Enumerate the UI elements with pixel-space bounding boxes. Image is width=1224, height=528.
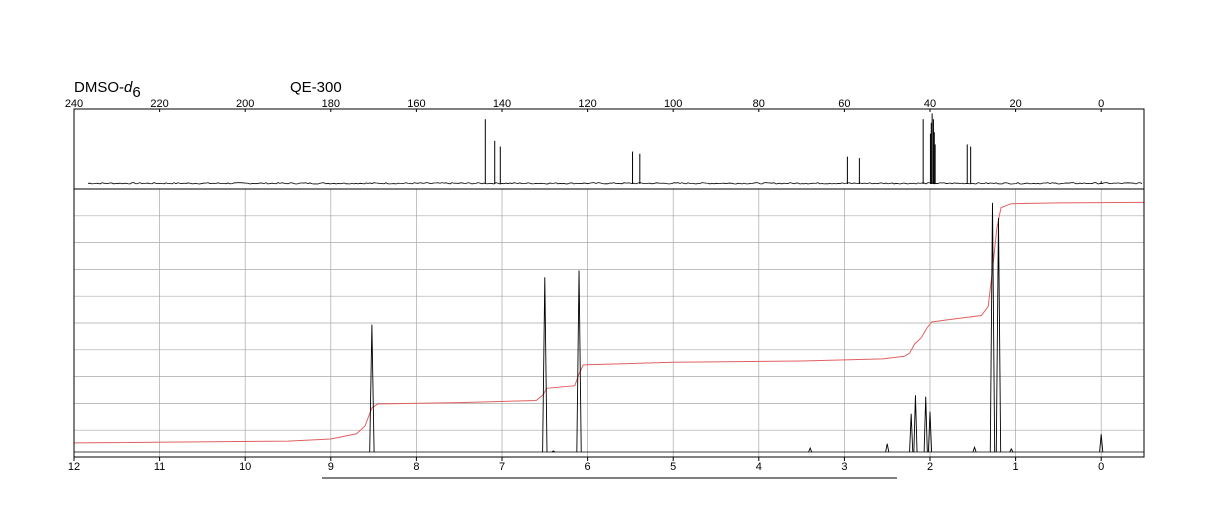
h1-grid <box>74 189 1144 457</box>
c13-tick-label: 220 <box>150 98 168 110</box>
c13-tick-label: 240 <box>65 98 83 110</box>
h1-peak <box>369 324 375 453</box>
h1-tick-label: 6 <box>585 461 591 473</box>
c13-plot-frame <box>73 108 1145 190</box>
c13-tick-label: 0 <box>1098 98 1104 110</box>
h1-tick-label: 11 <box>154 461 165 473</box>
h1-spectrum-trace <box>74 202 1144 453</box>
h1-peak <box>576 270 582 453</box>
c13-tick-label: 200 <box>236 98 254 110</box>
h1-tick-label: 1 <box>1013 461 1019 473</box>
h1-tick-label: 9 <box>328 461 334 473</box>
c13-tick-label: 80 <box>753 98 765 110</box>
solvent-label: DMSO-d6 <box>74 79 141 101</box>
c13-tick-label: 120 <box>578 98 596 110</box>
h1-peak <box>923 396 928 453</box>
h1-peak <box>542 277 548 453</box>
h1-tick-label: 2 <box>927 461 933 473</box>
h1-tick-label: 10 <box>239 461 251 473</box>
h1-x-axis: 12 11 10 9 8 7 6 5 4 3 2 1 0 <box>68 457 1104 473</box>
h1-tick-label: 3 <box>841 461 847 473</box>
instrument-label: QE-300 <box>290 79 342 96</box>
h1-peak <box>808 446 813 453</box>
h1-peak <box>913 395 918 453</box>
c13-x-axis: 240 220 200 180 160 140 120 100 80 60 40 20 0 <box>65 98 1104 112</box>
h1-peak <box>972 445 977 453</box>
c13-tick-label: 20 <box>1009 98 1021 110</box>
nmr-spectrum-figure: DMSO-d6 QE-300 240 220 200 180 160 140 120 100 8… <box>65 79 1145 479</box>
h1-tick-label: 5 <box>670 461 676 473</box>
h1-peak <box>885 443 890 453</box>
c13-tick-label: 60 <box>838 98 850 110</box>
h1-peak <box>909 413 914 453</box>
c13-baseline <box>87 182 1143 185</box>
h1-peak <box>989 202 996 453</box>
c13-spectrum-trace <box>87 113 1143 185</box>
c13-tick-label: 100 <box>664 98 682 110</box>
h1-peak <box>995 217 1002 453</box>
h1-peak <box>1009 447 1014 453</box>
c13-tick-label: 160 <box>407 98 425 110</box>
h1-tick-label: 0 <box>1098 461 1104 473</box>
h1-tick-label: 8 <box>413 461 419 473</box>
h1-tick-label: 7 <box>499 461 505 473</box>
c13-tick-label: 140 <box>493 98 511 110</box>
c13-tick-label: 180 <box>322 98 340 110</box>
h1-tick-label: 12 <box>68 461 80 473</box>
h1-tick-label: 4 <box>756 461 762 473</box>
c13-tick-label: 40 <box>924 98 936 110</box>
